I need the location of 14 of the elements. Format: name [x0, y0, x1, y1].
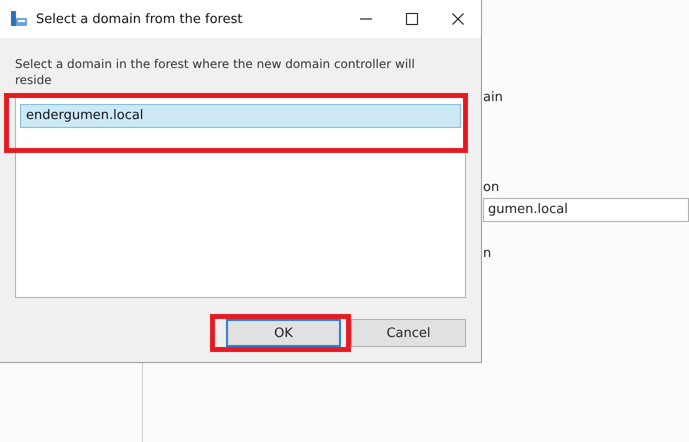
window-title: Select a domain from the forest — [36, 12, 244, 26]
server-icon — [10, 10, 28, 28]
domain-item[interactable]: endergumen.local — [20, 104, 461, 128]
maximize-icon — [406, 13, 418, 25]
field-label: on — [483, 179, 500, 197]
domain-list[interactable]: endergumen.local — [15, 95, 466, 298]
field-label: ain — [483, 89, 503, 107]
text-field[interactable]: gumen.local — [483, 198, 689, 222]
minimize-icon — [360, 18, 372, 20]
close-icon — [452, 13, 464, 25]
instruction-text: Select a domain in the forest where the new domain controller will reside — [15, 56, 416, 88]
dialog-button[interactable]: Cancel — [351, 319, 466, 347]
dialog-button[interactable]: OK — [226, 319, 341, 347]
field-label: n — [483, 245, 492, 263]
